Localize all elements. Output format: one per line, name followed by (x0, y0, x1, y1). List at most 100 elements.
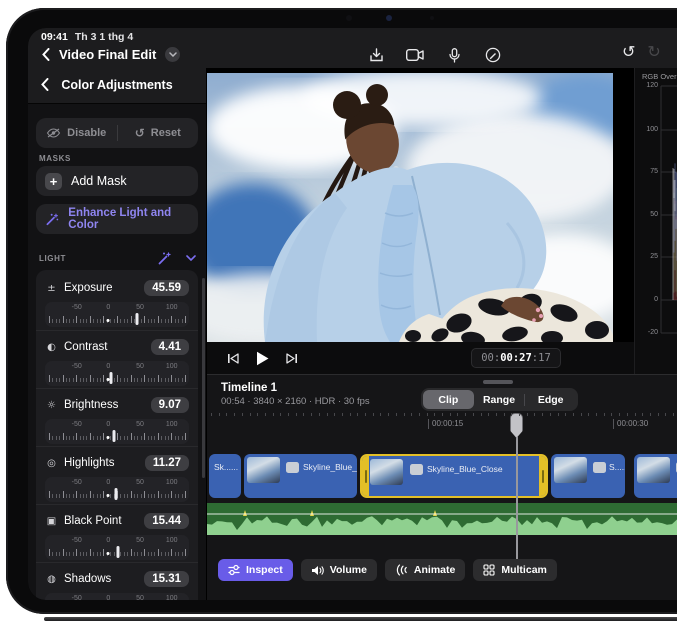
slider-origin-dot (107, 319, 110, 322)
edit-mode-segmented-control: Clip Range Edge (421, 388, 578, 411)
slider-handle[interactable] (110, 372, 113, 384)
scale-label: 50 (136, 537, 144, 544)
disable-button[interactable]: Disable (36, 127, 117, 139)
pencil-tool-icon[interactable] (483, 45, 503, 65)
scope-tick: 75 (638, 168, 658, 175)
clip[interactable]: Skyline_Blue_Wide (244, 454, 357, 498)
segment-range[interactable]: Range (474, 390, 525, 409)
param-slider-track[interactable]: -50050100 (45, 302, 189, 327)
param-value[interactable]: 4.41 (151, 339, 189, 355)
timecode-frames: :17 (532, 352, 551, 364)
param-label: Contrast (64, 341, 145, 353)
shadows-icon: ◍ (45, 574, 58, 585)
slider-black-point[interactable]: ▣Black Point15.44-50050100 (36, 504, 198, 562)
scale-label: 0 (106, 479, 110, 486)
ipad-device-frame: 09:41Th 3 1 thg 4 Video Final Edit (6, 8, 677, 614)
photo-icon (286, 462, 299, 473)
light-sliders-card: ±Exposure45.59-50050100◐Contrast4.41-500… (36, 270, 198, 600)
back-icon[interactable] (42, 48, 50, 61)
import-icon[interactable] (366, 45, 386, 65)
slider-handle[interactable] (136, 313, 139, 325)
param-value[interactable]: 15.31 (144, 571, 189, 587)
clip-selected[interactable]: Skyline_Blue_Close (360, 454, 548, 498)
plus-minus-icon: ± (45, 283, 58, 294)
light-section-header[interactable]: LIGHT (39, 250, 196, 266)
clip[interactable]: Sk...... (209, 454, 241, 498)
project-title[interactable]: Video Final Edit (59, 47, 156, 62)
inspect-button[interactable]: Inspect (218, 559, 293, 581)
timeline-drag-handle[interactable] (483, 380, 513, 384)
segment-edge[interactable]: Edge (525, 390, 576, 409)
scale-label: 50 (136, 421, 144, 428)
slider-exposure[interactable]: ± Exposure 45.59 -50050100 (36, 272, 198, 330)
enhance-light-color-button[interactable]: Enhance Light and Color (36, 204, 198, 234)
sidebar-scrollbar[interactable] (202, 278, 205, 478)
timecode-display[interactable]: 00:00:27:17 (471, 348, 561, 368)
param-slider-track[interactable]: -50050100 (45, 535, 189, 560)
reset-label: Reset (151, 127, 181, 139)
scale-label: 0 (106, 421, 110, 428)
reset-button[interactable]: ↺ Reset (118, 127, 199, 139)
multicam-button[interactable]: Multicam (473, 559, 557, 581)
front-camera (386, 15, 392, 21)
param-value[interactable]: 11.27 (145, 455, 189, 471)
project-menu-chevron-icon[interactable] (165, 47, 180, 62)
timeline-ruler[interactable]: 00:00:15 00:00:30 (207, 411, 677, 451)
clip-track: Sk...... Skyline_Blue_Wide Skyline_Blue_… (207, 454, 677, 498)
param-slider-track[interactable]: -50050100 (45, 361, 189, 386)
clip[interactable]: S...... (551, 454, 625, 498)
param-slider-track[interactable]: -50050100 (45, 419, 189, 444)
clip-name: Sk...... (214, 462, 238, 472)
photo-icon (410, 464, 423, 475)
clip-thumbnail (554, 457, 587, 483)
scale-label: 0 (106, 595, 110, 600)
param-value[interactable]: 45.59 (144, 280, 189, 296)
slider-brightness[interactable]: ☼Brightness9.07-50050100 (36, 388, 198, 446)
scale-label: -50 (72, 595, 82, 600)
slider-contrast[interactable]: ◐Contrast4.41-50050100 (36, 330, 198, 388)
slider-handle[interactable] (117, 546, 120, 558)
animate-label: Animate (414, 564, 455, 576)
timeline-title: Timeline 1 (221, 382, 277, 394)
ruler-label: 00:00:15 (428, 419, 463, 429)
playhead-line[interactable] (516, 437, 518, 559)
param-slider-track[interactable]: -50050100 (45, 477, 189, 502)
slider-highlights[interactable]: ◎Highlights11.27-50050100 (36, 446, 198, 504)
segment-clip[interactable]: Clip (423, 390, 474, 409)
volume-button[interactable]: Volume (301, 559, 377, 581)
param-value[interactable]: 9.07 (151, 397, 189, 413)
undo-icon[interactable]: ↺ (622, 44, 635, 60)
param-label: Exposure (64, 282, 138, 294)
param-label: Shadows (64, 573, 138, 585)
camera-icon[interactable] (405, 45, 425, 65)
microphone-icon[interactable] (444, 45, 464, 65)
clip[interactable] (634, 454, 677, 498)
scope-tick: 120 (638, 82, 658, 89)
light-label: LIGHT (39, 254, 66, 263)
playhead-handle[interactable] (510, 413, 523, 438)
timeline-panel: Timeline 1 00:54 · 3840 × 2160 · HDR · 3… (207, 374, 677, 600)
trim-handle-left[interactable] (362, 456, 369, 496)
inspect-label: Inspect (246, 564, 283, 576)
trim-handle-right[interactable] (539, 456, 546, 496)
enhance-label: Enhance Light and Color (68, 207, 198, 231)
volume-label: Volume (330, 564, 367, 576)
param-value[interactable]: 15.44 (144, 513, 189, 529)
param-slider-track[interactable]: -50050100 (45, 593, 189, 600)
audio-track[interactable] (207, 503, 677, 535)
scale-label: 0 (106, 537, 110, 544)
play-icon[interactable] (256, 351, 269, 366)
add-mask-button[interactable]: + Add Mask (36, 166, 198, 196)
next-frame-icon[interactable] (286, 353, 298, 364)
animate-button[interactable]: Animate (385, 559, 465, 581)
sensor-dot (346, 15, 352, 21)
slider-shadows[interactable]: ◍Shadows15.31-50050100 (36, 562, 198, 600)
param-label: Highlights (64, 457, 139, 469)
slider-handle[interactable] (114, 488, 117, 500)
inspect-icon (228, 564, 240, 576)
clip-name: S...... (609, 462, 625, 472)
slider-handle[interactable] (113, 430, 116, 442)
previous-frame-icon[interactable] (227, 353, 239, 364)
param-label: Black Point (64, 515, 138, 527)
viewer-image (207, 73, 613, 342)
